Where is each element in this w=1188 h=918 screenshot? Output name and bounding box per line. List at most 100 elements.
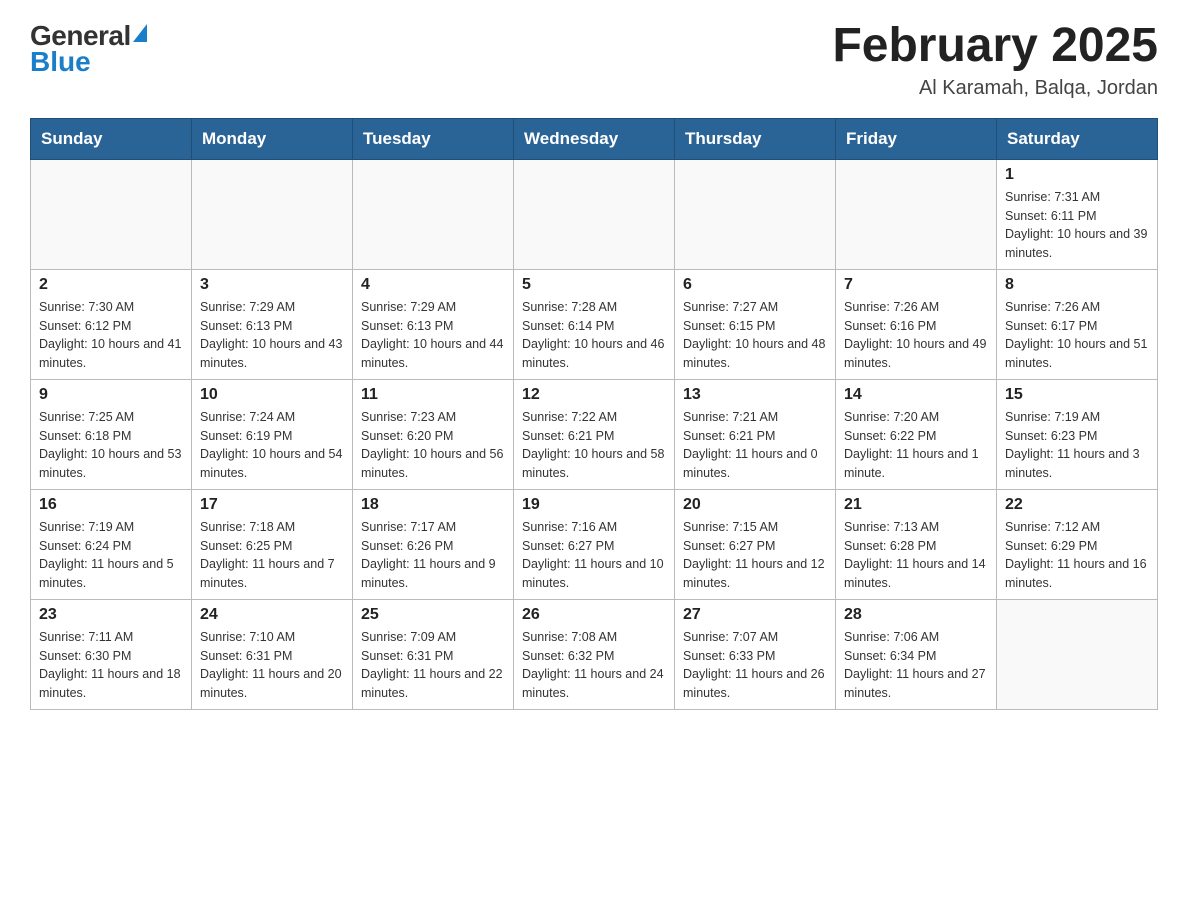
table-row: 8 Sunrise: 7:26 AM Sunset: 6:17 PM Daylig… bbox=[997, 269, 1158, 379]
day-number: 11 bbox=[361, 386, 505, 404]
header-sunday: Sunday bbox=[31, 118, 192, 159]
calendar-table: Sunday Monday Tuesday Wednesday Thursday… bbox=[30, 118, 1158, 710]
day-info: Sunrise: 7:29 AM Sunset: 6:13 PM Dayligh… bbox=[361, 298, 505, 373]
day-info: Sunrise: 7:25 AM Sunset: 6:18 PM Dayligh… bbox=[39, 408, 183, 483]
calendar-week-row: 16 Sunrise: 7:19 AM Sunset: 6:24 PM Dayli… bbox=[31, 489, 1158, 599]
header-friday: Friday bbox=[836, 118, 997, 159]
day-number: 7 bbox=[844, 276, 988, 294]
day-number: 16 bbox=[39, 496, 183, 514]
day-info: Sunrise: 7:30 AM Sunset: 6:12 PM Dayligh… bbox=[39, 298, 183, 373]
calendar-subtitle: Al Karamah, Balqa, Jordan bbox=[832, 77, 1158, 100]
day-info: Sunrise: 7:20 AM Sunset: 6:22 PM Dayligh… bbox=[844, 408, 988, 483]
day-info: Sunrise: 7:21 AM Sunset: 6:21 PM Dayligh… bbox=[683, 408, 827, 483]
table-row: 24 Sunrise: 7:10 AM Sunset: 6:31 PM Dayli… bbox=[192, 599, 353, 709]
logo-blue-text: Blue bbox=[30, 46, 91, 78]
table-row: 26Sunrise: 7:08 AM Sunset: 6:32 PM Dayli… bbox=[514, 599, 675, 709]
logo-triangle-icon bbox=[133, 24, 147, 42]
header-saturday: Saturday bbox=[997, 118, 1158, 159]
table-row: 6 Sunrise: 7:27 AM Sunset: 6:15 PM Daylig… bbox=[675, 269, 836, 379]
table-row: 25Sunrise: 7:09 AM Sunset: 6:31 PM Dayli… bbox=[353, 599, 514, 709]
day-info: Sunrise: 7:27 AM Sunset: 6:15 PM Dayligh… bbox=[683, 298, 827, 373]
day-info: Sunrise: 7:23 AM Sunset: 6:20 PM Dayligh… bbox=[361, 408, 505, 483]
table-row: 9Sunrise: 7:25 AM Sunset: 6:18 PM Daylig… bbox=[31, 379, 192, 489]
table-row: 5 Sunrise: 7:28 AM Sunset: 6:14 PM Daylig… bbox=[514, 269, 675, 379]
table-row bbox=[675, 159, 836, 269]
day-number: 10 bbox=[200, 386, 344, 404]
day-info: Sunrise: 7:24 AM Sunset: 6:19 PM Dayligh… bbox=[200, 408, 344, 483]
day-number: 25 bbox=[361, 606, 505, 624]
table-row bbox=[353, 159, 514, 269]
day-number: 14 bbox=[844, 386, 988, 404]
day-number: 27 bbox=[683, 606, 827, 624]
table-row bbox=[31, 159, 192, 269]
table-row: 11 Sunrise: 7:23 AM Sunset: 6:20 PM Dayli… bbox=[353, 379, 514, 489]
calendar-header-row: Sunday Monday Tuesday Wednesday Thursday… bbox=[31, 118, 1158, 159]
day-info: Sunrise: 7:08 AM Sunset: 6:32 PM Dayligh… bbox=[522, 628, 666, 703]
day-number: 2 bbox=[39, 276, 183, 294]
table-row: 17 Sunrise: 7:18 AM Sunset: 6:25 PM Dayli… bbox=[192, 489, 353, 599]
day-number: 1 bbox=[1005, 166, 1149, 184]
table-row: 1 Sunrise: 7:31 AM Sunset: 6:11 PM Daylig… bbox=[997, 159, 1158, 269]
day-number: 15 bbox=[1005, 386, 1149, 404]
day-number: 13 bbox=[683, 386, 827, 404]
table-row: 13 Sunrise: 7:21 AM Sunset: 6:21 PM Dayli… bbox=[675, 379, 836, 489]
title-block: February 2025 Al Karamah, Balqa, Jordan bbox=[832, 20, 1158, 100]
calendar-week-row: 2 Sunrise: 7:30 AM Sunset: 6:12 PM Daylig… bbox=[31, 269, 1158, 379]
table-row: 16 Sunrise: 7:19 AM Sunset: 6:24 PM Dayli… bbox=[31, 489, 192, 599]
day-number: 6 bbox=[683, 276, 827, 294]
calendar-week-row: 23 Sunrise: 7:11 AM Sunset: 6:30 PM Dayli… bbox=[31, 599, 1158, 709]
calendar-title: February 2025 bbox=[832, 20, 1158, 73]
day-info: Sunrise: 7:31 AM Sunset: 6:11 PM Dayligh… bbox=[1005, 188, 1149, 263]
logo: General Blue bbox=[30, 20, 147, 78]
day-number: 12 bbox=[522, 386, 666, 404]
day-number: 24 bbox=[200, 606, 344, 624]
table-row: 10 Sunrise: 7:24 AM Sunset: 6:19 PM Dayli… bbox=[192, 379, 353, 489]
table-row: 3Sunrise: 7:29 AM Sunset: 6:13 PM Daylig… bbox=[192, 269, 353, 379]
table-row: 19 Sunrise: 7:16 AM Sunset: 6:27 PM Dayli… bbox=[514, 489, 675, 599]
table-row: 18 Sunrise: 7:17 AM Sunset: 6:26 PM Dayli… bbox=[353, 489, 514, 599]
day-info: Sunrise: 7:19 AM Sunset: 6:24 PM Dayligh… bbox=[39, 518, 183, 593]
day-number: 18 bbox=[361, 496, 505, 514]
day-info: Sunrise: 7:19 AM Sunset: 6:23 PM Dayligh… bbox=[1005, 408, 1149, 483]
day-info: Sunrise: 7:29 AM Sunset: 6:13 PM Dayligh… bbox=[200, 298, 344, 373]
day-number: 8 bbox=[1005, 276, 1149, 294]
table-row: 23 Sunrise: 7:11 AM Sunset: 6:30 PM Dayli… bbox=[31, 599, 192, 709]
day-info: Sunrise: 7:26 AM Sunset: 6:17 PM Dayligh… bbox=[1005, 298, 1149, 373]
day-info: Sunrise: 7:07 AM Sunset: 6:33 PM Dayligh… bbox=[683, 628, 827, 703]
table-row: 28Sunrise: 7:06 AM Sunset: 6:34 PM Dayli… bbox=[836, 599, 997, 709]
table-row: 20Sunrise: 7:15 AM Sunset: 6:27 PM Dayli… bbox=[675, 489, 836, 599]
table-row: 14 Sunrise: 7:20 AM Sunset: 6:22 PM Dayli… bbox=[836, 379, 997, 489]
day-number: 5 bbox=[522, 276, 666, 294]
day-info: Sunrise: 7:22 AM Sunset: 6:21 PM Dayligh… bbox=[522, 408, 666, 483]
day-number: 4 bbox=[361, 276, 505, 294]
calendar-week-row: 1 Sunrise: 7:31 AM Sunset: 6:11 PM Daylig… bbox=[31, 159, 1158, 269]
day-number: 17 bbox=[200, 496, 344, 514]
table-row: 27 Sunrise: 7:07 AM Sunset: 6:33 PM Dayli… bbox=[675, 599, 836, 709]
table-row bbox=[192, 159, 353, 269]
day-info: Sunrise: 7:11 AM Sunset: 6:30 PM Dayligh… bbox=[39, 628, 183, 703]
day-number: 21 bbox=[844, 496, 988, 514]
day-number: 28 bbox=[844, 606, 988, 624]
table-row: 12 Sunrise: 7:22 AM Sunset: 6:21 PM Dayli… bbox=[514, 379, 675, 489]
day-number: 20 bbox=[683, 496, 827, 514]
day-number: 19 bbox=[522, 496, 666, 514]
day-info: Sunrise: 7:10 AM Sunset: 6:31 PM Dayligh… bbox=[200, 628, 344, 703]
day-number: 23 bbox=[39, 606, 183, 624]
header-monday: Monday bbox=[192, 118, 353, 159]
day-info: Sunrise: 7:17 AM Sunset: 6:26 PM Dayligh… bbox=[361, 518, 505, 593]
day-info: Sunrise: 7:12 AM Sunset: 6:29 PM Dayligh… bbox=[1005, 518, 1149, 593]
day-info: Sunrise: 7:28 AM Sunset: 6:14 PM Dayligh… bbox=[522, 298, 666, 373]
header-wednesday: Wednesday bbox=[514, 118, 675, 159]
day-info: Sunrise: 7:16 AM Sunset: 6:27 PM Dayligh… bbox=[522, 518, 666, 593]
table-row bbox=[836, 159, 997, 269]
table-row bbox=[514, 159, 675, 269]
table-row bbox=[997, 599, 1158, 709]
header-tuesday: Tuesday bbox=[353, 118, 514, 159]
table-row: 7Sunrise: 7:26 AM Sunset: 6:16 PM Daylig… bbox=[836, 269, 997, 379]
table-row: 21Sunrise: 7:13 AM Sunset: 6:28 PM Dayli… bbox=[836, 489, 997, 599]
table-row: 15 Sunrise: 7:19 AM Sunset: 6:23 PM Dayli… bbox=[997, 379, 1158, 489]
day-number: 22 bbox=[1005, 496, 1149, 514]
calendar-week-row: 9Sunrise: 7:25 AM Sunset: 6:18 PM Daylig… bbox=[31, 379, 1158, 489]
day-info: Sunrise: 7:18 AM Sunset: 6:25 PM Dayligh… bbox=[200, 518, 344, 593]
page-header: General Blue February 2025 Al Karamah, B… bbox=[30, 20, 1158, 100]
